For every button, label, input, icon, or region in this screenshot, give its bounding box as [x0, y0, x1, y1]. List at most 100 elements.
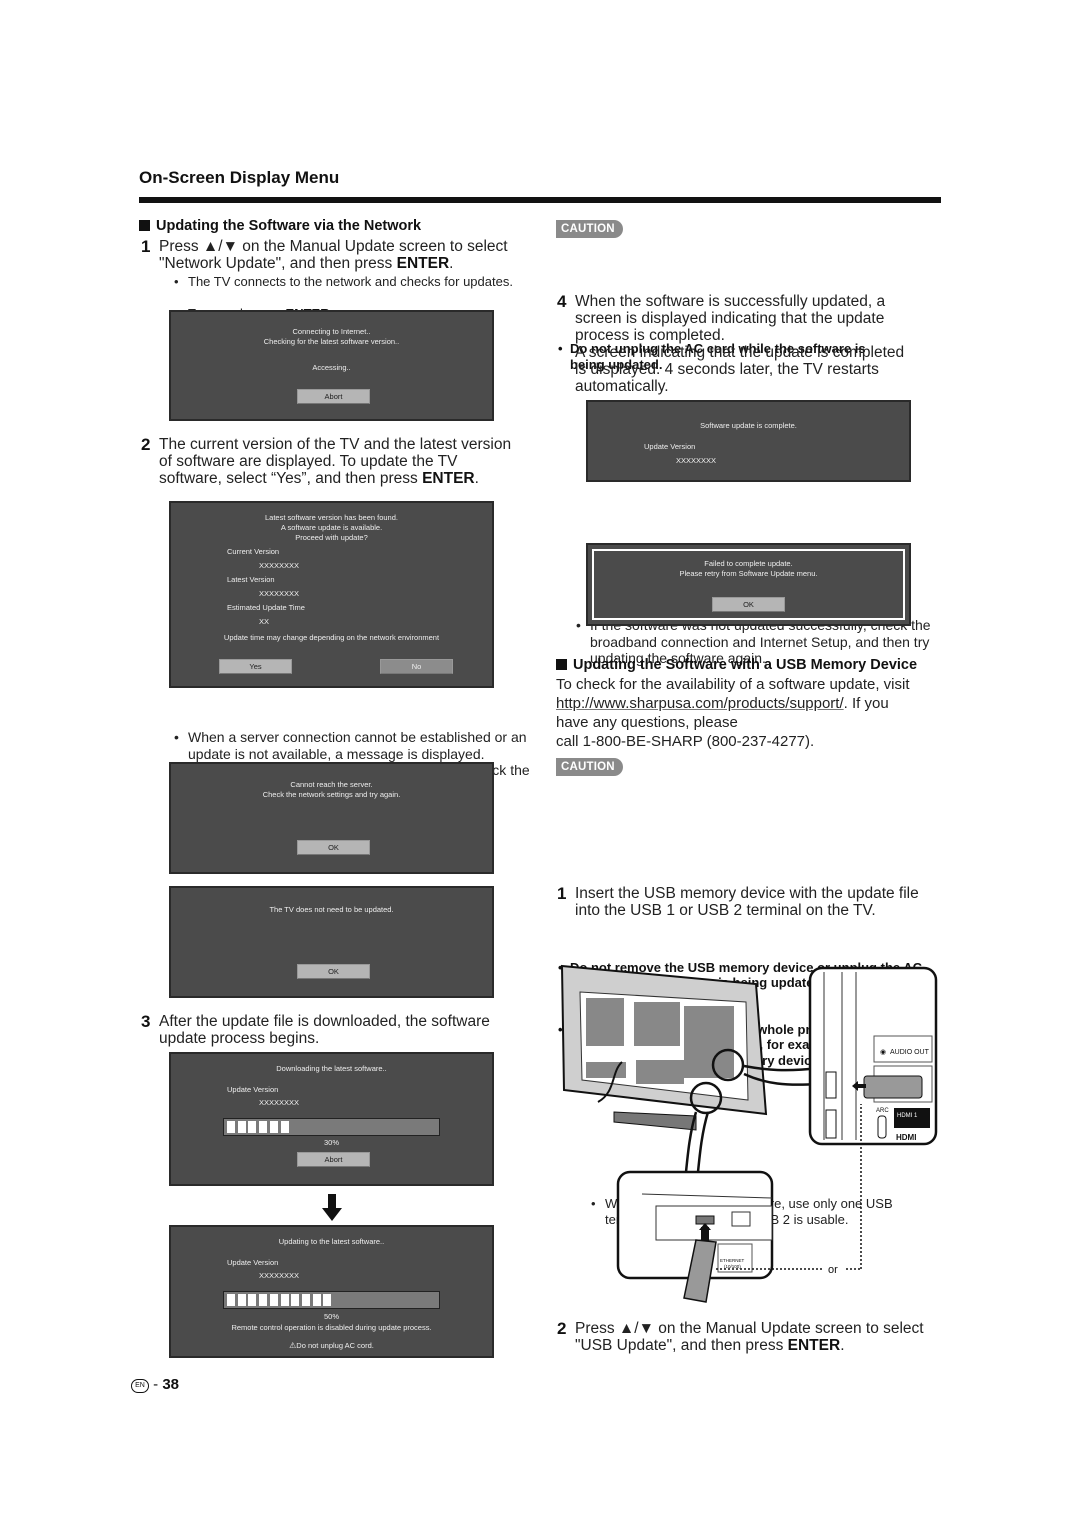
step-text: When the software is successfully update… — [575, 293, 886, 310]
intro-text: . If you — [843, 695, 889, 712]
update-version-value: XXXXXXXX — [676, 456, 717, 465]
ok-button[interactable]: OK — [712, 597, 785, 612]
svg-text:◉: ◉ — [880, 1049, 886, 1056]
current-version-label: Current Version — [227, 547, 280, 556]
step-text: is displayed. 4 seconds later, the TV re… — [575, 361, 879, 378]
screen-text: Software update is complete. — [700, 421, 797, 430]
progress-segment — [259, 1121, 268, 1133]
step-number: 4 — [557, 292, 567, 311]
progress-segment — [259, 1294, 268, 1306]
progress-segment — [269, 1294, 278, 1306]
ok-button[interactable]: OK — [297, 840, 370, 855]
network-note: Update time may change depending on the … — [223, 633, 440, 642]
usb-connection-illustration: ◉ AUDIO OUT ARC HDMI 1 HDMI ETHERNET (10… — [556, 962, 940, 1307]
support-url-link[interactable]: http://www.sharpusa.com/products/support… — [556, 695, 844, 712]
section-heading-text: Updating the Software via the Network — [156, 218, 422, 234]
arc-label: ARC — [876, 1108, 889, 1114]
bullet-connects: The TV connects to the network and check… — [174, 274, 548, 290]
update-version-label: Update Version — [227, 1085, 279, 1094]
page-footer: EN - 38 — [131, 1376, 179, 1393]
step-text: . — [449, 255, 454, 272]
step-text: automatically. — [575, 378, 669, 395]
step-text: process is completed. — [575, 327, 725, 344]
step-text: "USB Update", and then press — [575, 1337, 788, 1354]
screen-text: Latest software version has been found. — [264, 513, 398, 522]
screen-text: Checking for the latest software version… — [263, 337, 400, 346]
current-version-value: XXXXXXXX — [259, 561, 300, 570]
step-text: screen is displayed indicating that the … — [575, 310, 885, 327]
page-number: 38 — [162, 1376, 180, 1393]
step-2-network: 2 The current version of the TV and the … — [141, 436, 539, 487]
enter-key-label: ENTER — [422, 470, 475, 487]
step-text: software, select “Yes”, and then press — [159, 470, 423, 487]
progress-percent: 30% — [323, 1138, 339, 1147]
remote-disabled-note: Remote control operation is disabled dur… — [231, 1323, 432, 1332]
tv-screen-downloading: Downloading the latest software.. Update… — [169, 1052, 494, 1186]
enter-key-label: ENTER — [787, 1337, 841, 1354]
intro-text: have any questions, please — [556, 714, 738, 731]
progress-segment — [280, 1294, 289, 1306]
progress-segment — [280, 1121, 289, 1133]
intro-url-line: http://www.sharpusa.com/products/support… — [556, 694, 946, 713]
step-text: . — [474, 470, 479, 487]
title-rule — [139, 197, 941, 203]
caution-badge-text: CAUTION — [556, 220, 623, 238]
progress-segment — [227, 1294, 235, 1306]
or-label: or — [828, 1264, 838, 1276]
caution-badge: CAUTION — [556, 757, 623, 776]
tv-screen-updating: Updating to the latest software.. Update… — [169, 1225, 494, 1358]
step-text: update process begins. — [159, 1030, 320, 1047]
progress-segment — [312, 1294, 321, 1306]
language-code: EN — [135, 1382, 145, 1389]
section-heading-text: Updating the Software with a USB Memory … — [573, 657, 918, 673]
yes-button[interactable]: Yes — [219, 659, 292, 674]
latest-version-label: Latest Version — [227, 575, 275, 584]
update-version-label: Update Version — [227, 1258, 279, 1267]
language-badge: EN — [131, 1379, 149, 1393]
warning-text: Do not unplug AC cord. — [296, 1341, 374, 1350]
note-text: When a server connection cannot be estab… — [188, 729, 527, 745]
step-4-complete: 4 When the software is successfully upda… — [557, 293, 945, 395]
screen-text: A software update is available. — [280, 523, 383, 532]
step-text: Press ▲/▼ on the Manual Update screen to… — [575, 1320, 924, 1337]
intro-text: To check for the availability of a softw… — [556, 676, 910, 693]
arrow-down-icon — [322, 1194, 342, 1222]
update-version-value: XXXXXXXX — [259, 1271, 300, 1280]
section-heading-usb: Updating the Software with a USB Memory … — [556, 657, 917, 673]
screen-title: Updating to the latest software.. — [278, 1237, 385, 1246]
warning-line: ⚠Do not unplug AC cord. — [171, 1341, 492, 1351]
screen-text: Proceed with update? — [295, 533, 368, 542]
progress-segment — [237, 1294, 246, 1306]
step-text: into the USB 1 or USB 2 terminal on the … — [575, 902, 876, 919]
footer-dash: - — [153, 1376, 163, 1393]
audio-out-label: AUDIO OUT — [890, 1049, 930, 1056]
step-text: The current version of the TV and the la… — [159, 436, 512, 453]
tv-screen-no-server: Cannot reach the server. Check the netwo… — [169, 762, 494, 874]
abort-button[interactable]: Abort — [297, 1152, 370, 1167]
progress-percent: 50% — [323, 1312, 339, 1321]
step-text: "Network Update", and then press — [159, 255, 397, 272]
step-3-network: 3 After the update file is downloaded, t… — [141, 1013, 539, 1047]
progress-segment — [291, 1294, 300, 1306]
tv-screen-failed: Failed to complete update. Please retry … — [586, 543, 911, 626]
progress-segment — [237, 1121, 246, 1133]
abort-button[interactable]: Abort — [297, 389, 370, 404]
step-number: 3 — [141, 1012, 151, 1031]
update-progress-bar — [223, 1291, 440, 1309]
download-progress-bar — [223, 1118, 440, 1136]
step-1-network: 1 Press ▲/▼ on the Manual Update screen … — [141, 238, 539, 272]
ok-button[interactable]: OK — [297, 964, 370, 979]
no-button[interactable]: No — [380, 659, 453, 674]
screen-text: The TV does not need to be updated. — [269, 905, 394, 914]
update-version-label: Update Version — [644, 442, 696, 451]
tv-back-drawing: ◉ AUDIO OUT ARC HDMI 1 HDMI ETHERNET (10… — [560, 964, 938, 1303]
progress-segment — [301, 1294, 310, 1306]
caution-badge: CAUTION — [556, 219, 623, 238]
enter-key-label: ENTER — [396, 255, 450, 272]
step-text: of software are displayed. To update the… — [159, 453, 458, 470]
status-text: Accessing.. — [312, 363, 351, 372]
screen-text: Check the network settings and try again… — [262, 790, 401, 799]
latest-version-value: XXXXXXXX — [259, 589, 300, 598]
step-text-line2: "Network Update", and then press ENTER. — [159, 255, 539, 272]
step-number: 2 — [557, 1319, 567, 1338]
